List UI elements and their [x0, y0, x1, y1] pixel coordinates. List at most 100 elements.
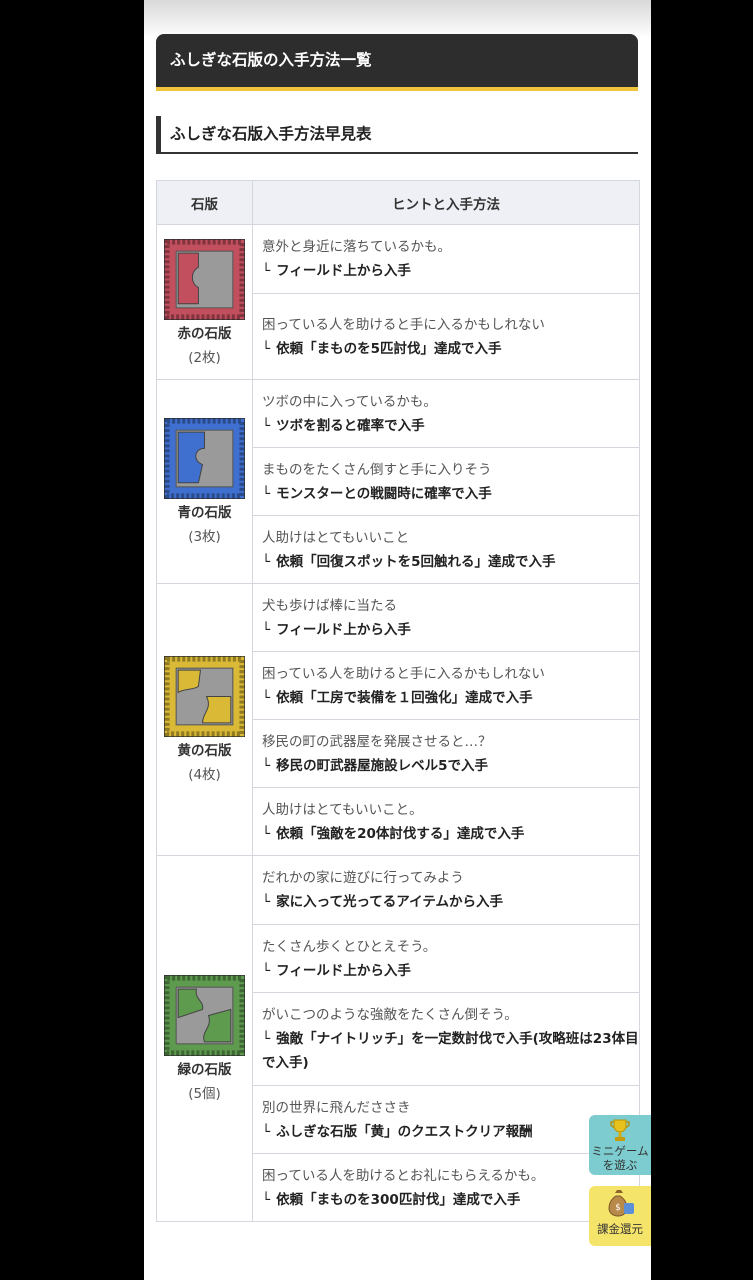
tablet-3-icon: [164, 975, 245, 1056]
table-header-row: 石版 ヒントと入手方法: [156, 180, 640, 225]
corner-arrow-icon: └: [262, 1191, 271, 1208]
method-text: 依頼「回復スポットを5回触れる」達成で入手: [276, 553, 556, 570]
info-cell: 困っている人を助けるとお礼にもらえるかも。 └ 依頼「まものを300匹討伐」達成で入…: [252, 1153, 640, 1222]
top-shadow: [144, 0, 651, 38]
info-cell: 移民の町の武器屋を発展させると…？ └ 移民の町武器屋施設レベル5で入手: [252, 719, 640, 788]
hint-text: 犬も歩けば棒に当たる: [262, 597, 397, 614]
method-line: └ 家に入って光ってるアイテムから入手: [262, 890, 639, 914]
method-text: ツボを割ると確率で入手: [276, 417, 425, 434]
method-line: └ ふしぎな石版「黄」のクエストクリア報酬: [262, 1120, 639, 1144]
tablet-0-icon: [164, 238, 245, 320]
stone-cell: 赤の石版 (2枚): [156, 224, 253, 380]
method-text: 依頼「工房で装備を１回強化」達成で入手: [276, 689, 533, 706]
stone-cell: 緑の石版 (5個): [156, 855, 253, 1222]
stone-cell: 青の石版 (3枚): [156, 379, 253, 584]
method-text: ふしぎな石版「黄」のクエストクリア報酬: [276, 1123, 533, 1140]
hint-text: 困っている人を助けると手に入るかもしれない: [262, 316, 545, 333]
method-text: フィールド上から入手: [276, 263, 411, 279]
method-text: 依頼「まものを5匹討伐」達成で入手: [276, 340, 502, 357]
info-cell: たくさん歩くとひとえそう。 └ フィールド上から入手: [252, 924, 640, 993]
method-line: └ 移民の町武器屋施設レベル5で入手: [262, 754, 639, 778]
hint-text: 人助けはとてもいいこと。: [262, 801, 423, 818]
minigame-button[interactable]: ミニゲーム を遊ぶ: [589, 1115, 651, 1175]
method-line: └ ツボを割ると確率で入手: [262, 414, 639, 438]
subsection-heading: ふしぎな石版入手方法早見表: [156, 116, 638, 154]
corner-arrow-icon: └: [262, 1123, 271, 1140]
hint-text: 困っている人を助けるとお礼にもらえるかも。: [262, 1167, 545, 1184]
table-row: 緑の石版 (5個) だれかの家に遊びに行ってみよう └ 家に入って光ってるアイテムから入…: [156, 855, 640, 1222]
method-text: 移民の町武器屋施設レベル5で入手: [276, 757, 489, 774]
corner-arrow-icon: └: [262, 340, 271, 357]
trophy-icon: [610, 1119, 630, 1141]
corner-arrow-icon: └: [262, 825, 271, 842]
corner-arrow-icon: └: [262, 621, 271, 638]
stone-count: (3枚): [188, 529, 221, 545]
corner-arrow-icon: └: [262, 1031, 271, 1047]
stone-name: 緑の石版: [177, 1062, 232, 1078]
minigame-label-1: ミニゲーム: [591, 1144, 649, 1158]
stone-count: (5個): [188, 1086, 221, 1102]
hint-text: 移民の町の武器屋を発展させると…？: [262, 733, 492, 750]
info-cell: 困っている人を助けると手に入るかもしれない └ 依頼「まものを5匹討伐」達成で入手: [252, 293, 640, 380]
corner-arrow-icon: └: [262, 417, 271, 434]
corner-arrow-icon: └: [262, 894, 271, 910]
method-line: └ フィールド上から入手: [262, 259, 639, 283]
info-cell: 人助けはとてもいいこと └ 依頼「回復スポットを5回触れる」達成で入手: [252, 515, 640, 584]
hint-text: 別の世界に飛んだささき: [262, 1099, 411, 1116]
hint-text: 困っている人を助けると手に入るかもしれない: [262, 665, 545, 682]
method-text: 依頼「まものを300匹討伐」達成で入手: [276, 1191, 521, 1208]
method-line: └ 依頼「まものを5匹討伐」達成で入手: [262, 337, 639, 361]
corner-arrow-icon: └: [262, 689, 271, 706]
corner-arrow-icon: └: [262, 553, 271, 570]
hint-text: たくさん歩くとひとえそう。: [262, 938, 437, 955]
info-cell: 犬も歩けば棒に当たる └ フィールド上から入手: [252, 583, 640, 652]
method-text: モンスターとの戦闘時に確率で入手: [276, 485, 492, 502]
corner-arrow-icon: └: [262, 263, 271, 279]
info-cell: 意外と身近に落ちているかも。 └ フィールド上から入手: [252, 224, 640, 294]
corner-arrow-icon: └: [262, 962, 271, 979]
corner-arrow-icon: └: [262, 757, 271, 774]
info-cell: 困っている人を助けると手に入るかもしれない └ 依頼「工房で装備を１回強化」達成で入…: [252, 651, 640, 720]
hint-text: 人助けはとてもいいこと: [262, 529, 410, 546]
refund-label: 課金還元: [597, 1222, 643, 1236]
method-line: └ 強敵「ナイトリッチ」を一定数討伐で入手(攻略班は23体目で入手): [262, 1027, 639, 1075]
info-cell: 人助けはとてもいいこと。 └ 依頼「強敵を20体討伐する」達成で入手: [252, 787, 640, 856]
method-line: └ フィールド上から入手: [262, 959, 639, 983]
hint-text: だれかの家に遊びに行ってみよう: [262, 870, 464, 886]
tablet-1-icon: [164, 418, 245, 499]
minigame-label-2: を遊ぶ: [602, 1158, 638, 1172]
method-line: └ 依頼「強敵を20体討伐する」達成で入手: [262, 822, 639, 846]
section-heading: ふしぎな石版の入手方法一覧: [156, 34, 638, 91]
method-line: └ フィールド上から入手: [262, 618, 639, 642]
hint-text: 意外と身近に落ちているかも。: [262, 239, 451, 255]
info-cell: がいこつのような強敵をたくさん倒そう。 └ 強敵「ナイトリッチ」を一定数討伐で入手(…: [252, 992, 640, 1086]
info-cell: だれかの家に遊びに行ってみよう └ 家に入って光ってるアイテムから入手: [252, 855, 640, 925]
method-line: └ 依頼「回復スポットを5回触れる」達成で入手: [262, 550, 639, 574]
method-text: 強敵「ナイトリッチ」を一定数討伐で入手(攻略班は23体目で入手): [262, 1031, 639, 1071]
info-cell: ツボの中に入っているかも。 └ ツボを割ると確率で入手: [252, 379, 640, 448]
money-bag-icon: $: [608, 1190, 634, 1217]
hint-text: ツボの中に入っているかも。: [262, 393, 437, 410]
stone-count: (4枚): [188, 767, 221, 783]
corner-arrow-icon: └: [262, 485, 271, 502]
article-page: ふしぎな石版の入手方法一覧 ふしぎな石版入手方法早見表 石版 ヒントと入手方法 …: [144, 0, 651, 1280]
stone-name: 青の石版: [177, 505, 232, 521]
method-line: └ 依頼「まものを300匹討伐」達成で入手: [262, 1188, 639, 1212]
hint-text: がいこつのような強敵をたくさん倒そう。: [262, 1007, 518, 1023]
stone-name: 黄の石版: [177, 743, 232, 759]
table-row: 黄の石版 (4枚) 犬も歩けば棒に当たる └ フィールド上から入手: [156, 583, 640, 856]
info-cell: まものをたくさん倒すと手に入りそう └ モンスターとの戦闘時に確率で入手: [252, 447, 640, 516]
table-row: 青の石版 (3枚) ツボの中に入っているかも。 └ ツボを割ると確率で入手: [156, 379, 640, 584]
stone-count: (2枚): [188, 349, 221, 366]
stone-cell: 黄の石版 (4枚): [156, 583, 253, 856]
tablet-table: 石版 ヒントと入手方法 赤の石版 (2枚) 意外と身近に落ちているかも。 └ フィールド…: [156, 180, 640, 1222]
method-line: └ 依頼「工房で装備を１回強化」達成で入手: [262, 686, 639, 710]
method-text: 家に入って光ってるアイテムから入手: [276, 894, 503, 910]
method-line: └ モンスターとの戦闘時に確率で入手: [262, 482, 639, 506]
tablet-2-icon: [164, 656, 245, 737]
refund-button[interactable]: $ 課金還元: [589, 1186, 651, 1246]
method-text: フィールド上から入手: [276, 962, 411, 979]
header-hint: ヒントと入手方法: [252, 180, 640, 225]
table-body: 赤の石版 (2枚) 意外と身近に落ちているかも。 └ フィールド上から入手 困っている人を…: [156, 224, 640, 1222]
method-text: フィールド上から入手: [276, 621, 411, 638]
